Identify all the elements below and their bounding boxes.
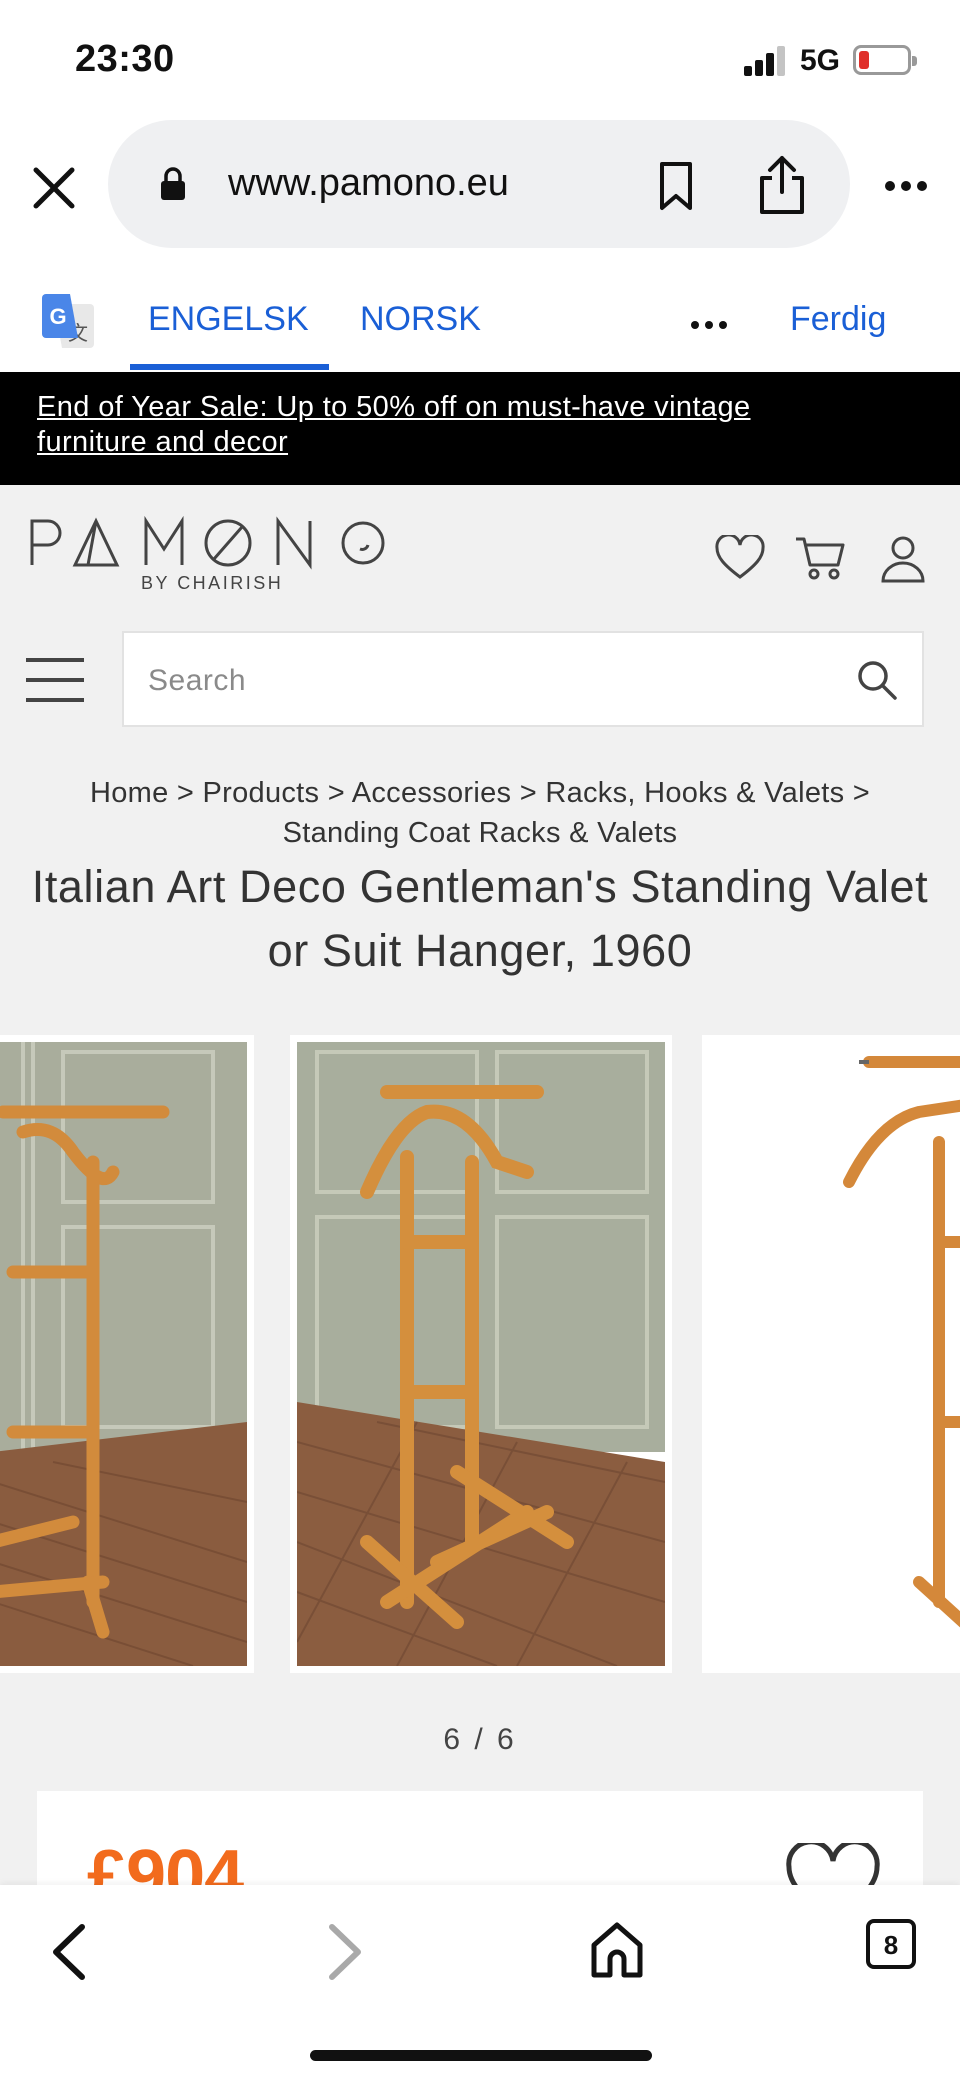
- network-label: 5G: [800, 44, 841, 77]
- product-page: BY CHAIRISH Home > Products > Accessorie…: [0, 485, 960, 1901]
- browser-toolbar: 8: [0, 1885, 960, 2078]
- home-indicator: [310, 2050, 652, 2061]
- product-title: Italian Art Deco Gentleman's Standing Va…: [31, 861, 929, 976]
- translate-more-icon[interactable]: [690, 320, 728, 330]
- breadcrumb: Home > Products > Accessories > Racks, H…: [20, 773, 940, 853]
- more-icon[interactable]: [884, 180, 928, 192]
- bookmark-icon[interactable]: [654, 160, 698, 212]
- status-bar: 23:30 5G: [0, 0, 960, 120]
- address-bar[interactable]: www.pamono.eu: [108, 120, 850, 248]
- tab-count: 8: [883, 1930, 899, 1960]
- lock-icon: [161, 167, 185, 200]
- battery-icon: [853, 45, 917, 75]
- status-time: 23:30: [75, 38, 175, 80]
- breadcrumb-products[interactable]: Products: [203, 777, 320, 809]
- forward-icon[interactable]: [322, 1921, 366, 1983]
- gallery-image[interactable]: [0, 1035, 254, 1673]
- gallery-image[interactable]: [702, 1035, 960, 1673]
- signal-icon: [744, 44, 788, 76]
- search-icon[interactable]: [856, 659, 898, 701]
- heart-icon[interactable]: [714, 535, 766, 581]
- browser-url-row: www.pamono.eu: [0, 120, 960, 250]
- gallery-image[interactable]: [290, 1035, 672, 1673]
- google-translate-icon: 文 G: [42, 294, 94, 348]
- sale-banner-link[interactable]: End of Year Sale: Up to 50% off on must-…: [37, 390, 857, 460]
- cart-icon[interactable]: [794, 535, 846, 581]
- breadcrumb-racks-hooks-valets[interactable]: Racks, Hooks & Valets: [545, 777, 844, 809]
- translate-bar: 文 G ENGELSK NORSK Ferdig: [0, 280, 960, 372]
- share-icon[interactable]: [756, 154, 808, 216]
- done-button[interactable]: Ferdig: [790, 300, 886, 339]
- home-icon[interactable]: [590, 1921, 644, 1979]
- breadcrumb-home[interactable]: Home: [90, 777, 169, 809]
- close-icon[interactable]: [28, 162, 80, 214]
- breadcrumb-separator: >: [176, 777, 195, 809]
- search-input[interactable]: [148, 657, 828, 705]
- breadcrumb-separator: >: [852, 777, 871, 809]
- pamono-logo[interactable]: [28, 515, 388, 577]
- search-box: [122, 631, 924, 727]
- breadcrumb-standing-coat-racks[interactable]: Standing Coat Racks & Valets: [283, 817, 678, 849]
- user-icon[interactable]: [880, 535, 926, 583]
- sale-banner[interactable]: End of Year Sale: Up to 50% off on must-…: [0, 372, 960, 485]
- image-gallery[interactable]: [0, 1035, 960, 1675]
- back-icon[interactable]: [48, 1921, 92, 1983]
- logo-subtitle: BY CHAIRISH: [141, 573, 284, 593]
- breadcrumb-accessories[interactable]: Accessories: [352, 777, 512, 809]
- tabs-button[interactable]: 8: [866, 1919, 916, 1969]
- breadcrumb-separator: >: [519, 777, 537, 809]
- tab-source-language[interactable]: ENGELSK: [130, 300, 329, 370]
- hamburger-menu-icon[interactable]: [26, 657, 84, 703]
- url-text: www.pamono.eu: [228, 162, 509, 204]
- svg-text:G: G: [49, 304, 66, 329]
- image-counter: 6 / 6: [443, 1723, 517, 1756]
- tab-target-language[interactable]: NORSK: [360, 300, 481, 339]
- breadcrumb-separator: >: [327, 777, 345, 809]
